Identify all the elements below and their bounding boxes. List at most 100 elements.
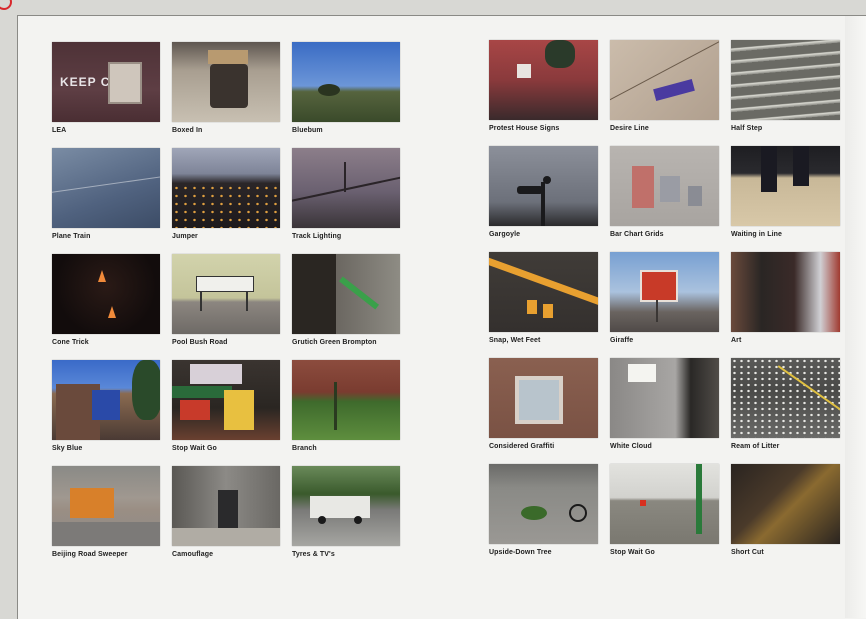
purple-plate (653, 79, 695, 101)
sign (517, 64, 531, 78)
photo-jumper (172, 148, 280, 228)
person (190, 364, 242, 384)
painted-wall-text: KEEP C (60, 75, 111, 89)
photo-gargoyle (489, 146, 598, 226)
sign-post (656, 300, 658, 322)
sign-post (246, 291, 248, 311)
sweeper-cart (70, 488, 114, 518)
photo-waiting-in-line (731, 146, 840, 226)
photo-bar-chart-grids (610, 146, 719, 226)
photo-item: Snap, Wet Feet (489, 252, 598, 358)
photo-white-cloud (610, 358, 719, 438)
photo-caption: Upside-Down Tree (489, 549, 552, 556)
photo-caption: Snap, Wet Feet (489, 337, 541, 344)
photo-item: Considered Graffiti (489, 358, 598, 464)
photo-caption: Art (731, 337, 742, 344)
photo-item: Stop Wait Go (610, 464, 719, 570)
road-line (777, 365, 840, 413)
red-dot (640, 500, 646, 506)
photo-item: Plane Train (52, 148, 160, 254)
photo-camouflage (172, 466, 280, 546)
figure (292, 254, 336, 334)
blue-panel (92, 390, 120, 420)
photo-short-cut (731, 464, 840, 544)
photo-caption: Half Step (731, 125, 763, 132)
photo-caption: Stop Wait Go (172, 445, 217, 452)
photo-caption: Protest House Signs (489, 125, 560, 132)
white-sign (628, 364, 656, 382)
photo-item: Bluebum (292, 42, 400, 148)
grey-rectangle (688, 186, 702, 206)
photo-caption: Sky Blue (52, 445, 83, 452)
photo-item: Grutich Green Brompton (292, 254, 400, 360)
bird (543, 176, 551, 184)
photo-caption: Giraffe (610, 337, 634, 344)
photo-upside-down-tree (489, 464, 598, 544)
photo-item: Upside-Down Tree (489, 464, 598, 570)
photo-caption: LEA (52, 127, 67, 134)
tree (545, 40, 575, 68)
photo-item: Beijing Road Sweeper (52, 466, 160, 572)
lit-windows (172, 184, 280, 228)
photo-item: Ream of Litter (731, 358, 840, 464)
street-sign (196, 276, 254, 292)
board (218, 490, 238, 530)
white-truck (310, 496, 370, 518)
photo-caption: White Cloud (610, 443, 652, 450)
photo-item: Stop Wait Go (172, 360, 280, 466)
page-edge (845, 16, 866, 618)
window-box (515, 376, 563, 424)
photo-caption: Cone Trick (52, 339, 89, 346)
branch (334, 382, 337, 430)
photo-caption: Considered Graffiti (489, 443, 555, 450)
photo-caption: Tyres & TV's (292, 551, 335, 558)
photo-bluebum (292, 42, 400, 122)
photo-item: Short Cut (731, 464, 840, 570)
cart (210, 64, 248, 108)
photo-considered-graffiti (489, 358, 598, 438)
photo-beijing-road-sweeper (52, 466, 160, 546)
photo-item: Bar Chart Grids (610, 146, 719, 252)
photo-item: Boxed In (172, 42, 280, 148)
photo-item: Pool Bush Road (172, 254, 280, 360)
red-chair (180, 400, 210, 420)
legs (761, 146, 777, 192)
red-sign (640, 270, 678, 302)
photo-stop-wait-go-2 (610, 464, 719, 544)
green-bike-frame (339, 276, 379, 310)
green-bush (521, 506, 547, 520)
red-corner-mark (0, 0, 12, 10)
yellow-mark (543, 304, 553, 318)
tree (132, 360, 160, 420)
photo-giraffe (610, 252, 719, 332)
track-wire (292, 175, 400, 203)
photo-tyres-tvs (292, 466, 400, 546)
photo-caption: Track Lighting (292, 233, 342, 240)
photo-cone-trick (52, 254, 160, 334)
photo-caption: Ream of Litter (731, 443, 780, 450)
photo-item: Sky Blue (52, 360, 160, 466)
left-page-photo-grid: KEEP C LEA Boxed In Bluebum Plane Train … (52, 42, 400, 572)
yellow-fabric (224, 390, 254, 430)
lamp-post (344, 162, 346, 192)
yellow-mark (527, 300, 537, 314)
photo-ream-of-litter (731, 358, 840, 438)
tyre (318, 516, 326, 524)
photo-caption: Gargoyle (489, 231, 521, 238)
photo-item: Waiting in Line (731, 146, 840, 252)
sign-silhouette (517, 186, 543, 194)
photo-item: Desire Line (610, 40, 719, 146)
photo-caption: Camouflage (172, 551, 214, 558)
grey-rectangle (660, 176, 680, 202)
photo-caption: Pool Bush Road (172, 339, 228, 346)
photo-item: Art (731, 252, 840, 358)
cone (98, 270, 106, 282)
photo-item: Gargoyle (489, 146, 598, 252)
photo-desire-line (610, 40, 719, 120)
right-page-photo-grid: Protest House Signs Desire Line Half Ste… (489, 40, 840, 570)
photo-caption: Desire Line (610, 125, 649, 132)
red-rectangle (632, 166, 654, 208)
green-pole (696, 464, 702, 534)
photo-grutich-green-brompton (292, 254, 400, 334)
legs (793, 146, 809, 186)
